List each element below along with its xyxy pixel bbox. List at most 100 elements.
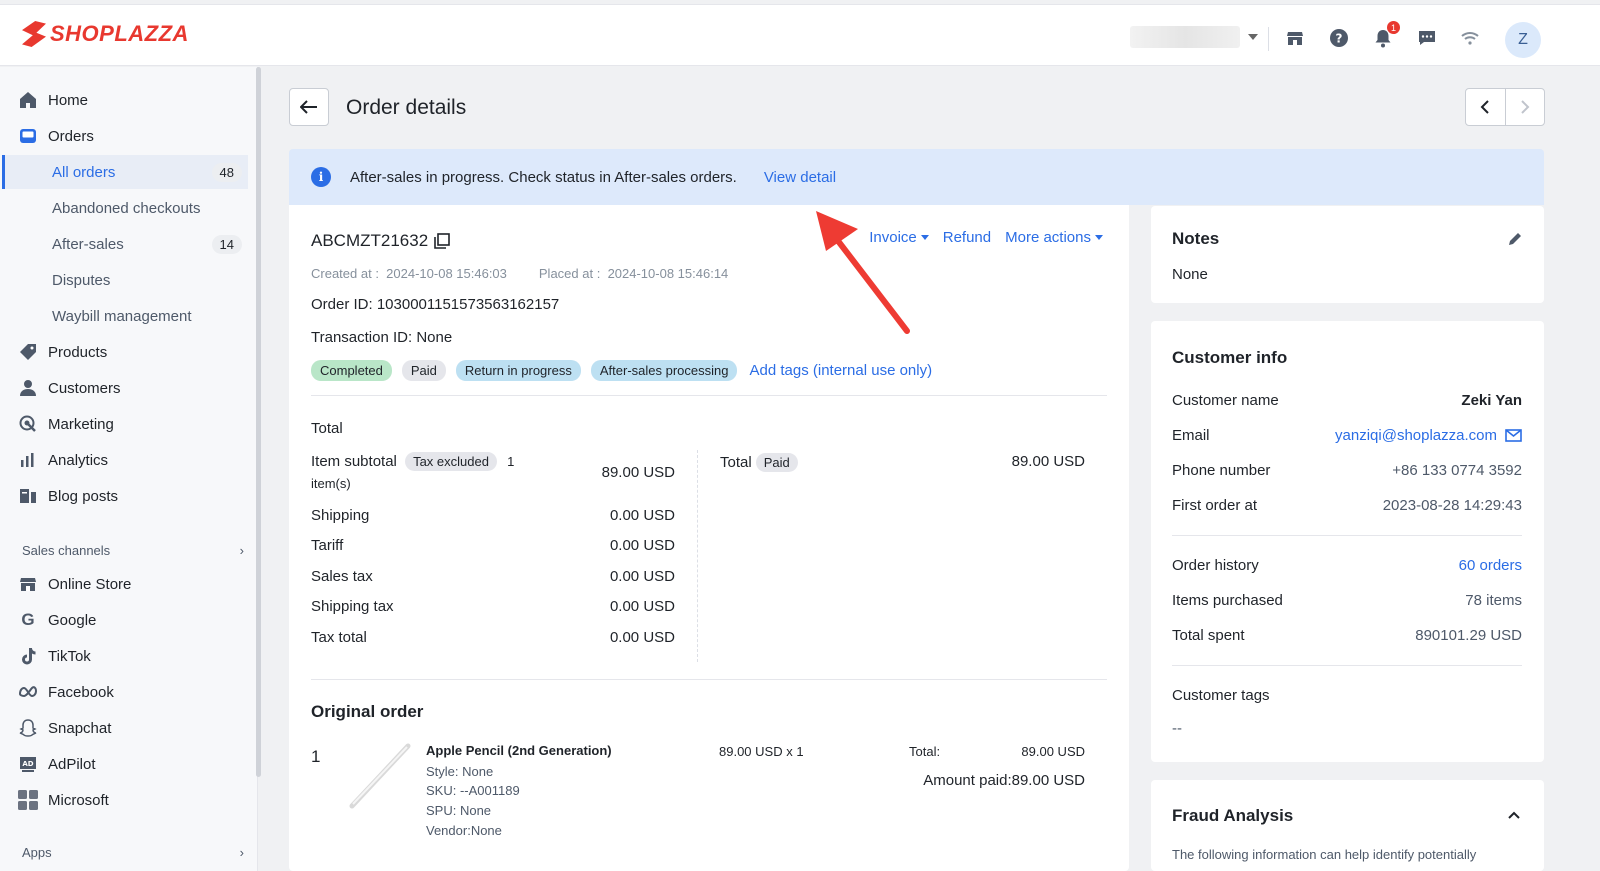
transaction-id: Transaction ID: None [311, 329, 453, 346]
kv-label: Order history [1172, 557, 1259, 574]
sidebar-item-adpilot[interactable]: AD AdPilot [18, 747, 248, 781]
previous-order-button[interactable] [1466, 89, 1506, 125]
refund-button[interactable]: Refund [943, 229, 991, 246]
row-value: 0.00 USD [609, 568, 675, 585]
top-bar: SHOPLAZZA ? 1 Z [0, 4, 1600, 66]
placed-value: 2024-10-08 15:46:14 [607, 266, 729, 281]
copy-icon[interactable] [434, 233, 450, 249]
divider [1268, 27, 1269, 51]
sidebar-item-tiktok[interactable]: TikTok [18, 639, 248, 673]
store-icon[interactable] [1284, 27, 1306, 49]
back-button[interactable] [289, 88, 329, 126]
items-purchased-row: Items purchased 78 items [1172, 592, 1522, 609]
sidebar-item-label: Google [48, 611, 97, 629]
phone-row: Phone number +86 133 0774 3592 [1172, 462, 1522, 479]
avatar[interactable]: Z [1505, 22, 1541, 58]
sidebar-item-google[interactable]: G Google [18, 603, 248, 637]
sales-channels-header[interactable]: Sales channels › [22, 543, 244, 558]
item-count: 1 [507, 454, 515, 469]
sidebar-item-home[interactable]: Home [18, 83, 248, 117]
created-label: Created at : [311, 266, 379, 281]
home-icon [18, 90, 38, 110]
chevron-right-icon [1521, 100, 1530, 114]
apps-header[interactable]: Apps › [22, 845, 244, 860]
sidebar-item-microsoft[interactable]: Microsoft [18, 783, 248, 817]
line-total-value: 89.00 USD [1021, 744, 1085, 759]
store-icon [18, 574, 38, 594]
sidebar-item-all-orders[interactable]: All orders 48 [52, 155, 242, 189]
kv-label: Customer name [1172, 392, 1279, 409]
product-name[interactable]: Apple Pencil (2nd Generation) [426, 743, 612, 758]
more-actions-dropdown[interactable]: More actions [1005, 229, 1103, 246]
status-badge: Paid [401, 360, 446, 381]
sidebar-item-blog-posts[interactable]: Blog posts [18, 479, 248, 513]
svg-text:?: ? [1336, 32, 1343, 46]
product-spu: SPU: None [426, 803, 492, 818]
created-value: 2024-10-08 15:46:03 [386, 266, 507, 281]
product-image[interactable] [344, 740, 414, 812]
caret-down-icon [1095, 235, 1103, 240]
mail-icon[interactable] [1505, 429, 1522, 442]
fraud-analysis-title: Fraud Analysis [1172, 806, 1294, 825]
ghost-icon [18, 718, 38, 738]
notes-card: Notes None [1151, 206, 1544, 303]
more-actions-label: More actions [1005, 229, 1091, 246]
add-tags-link[interactable]: Add tags (internal use only) [749, 362, 932, 379]
amount-paid: Amount paid:89.00 USD [923, 772, 1085, 789]
chat-icon[interactable] [1416, 27, 1438, 49]
kv-label: Phone number [1172, 462, 1271, 479]
paid-badge: Paid [755, 453, 798, 472]
order-history-link[interactable]: 60 orders [1459, 557, 1522, 574]
total-label-text: Total [720, 454, 752, 471]
sidebar-item-online-store[interactable]: Online Store [18, 567, 248, 601]
shoplazza-logo[interactable]: SHOPLAZZA [22, 21, 189, 47]
chevron-up-icon[interactable] [1508, 811, 1520, 819]
chevron-right-icon: › [239, 543, 244, 558]
email-row: Email yanziqi@shoplazza.com [1172, 427, 1522, 444]
order-card: ABCMZT21632 Invoice Refund More actions … [289, 205, 1129, 871]
refund-label: Refund [942, 229, 992, 246]
sidebar-item-facebook[interactable]: Facebook [18, 675, 248, 709]
sidebar-item-waybill[interactable]: Waybill management [52, 299, 242, 333]
item-subtotal-text: Item subtotal [311, 453, 397, 470]
sidebar-item-customers[interactable]: Customers [18, 371, 248, 405]
customer-email-link[interactable]: yanziqi@shoplazza.com [1335, 427, 1497, 444]
customer-name-row: Customer name Zeki Yan [1172, 392, 1522, 409]
sidebar-item-abandoned-checkouts[interactable]: Abandoned checkouts [52, 191, 242, 225]
edit-icon[interactable] [1508, 232, 1522, 246]
sidebar-item-products[interactable]: Products [18, 335, 248, 369]
sidebar-item-marketing[interactable]: Marketing [18, 407, 248, 441]
sidebar-item-analytics[interactable]: Analytics [18, 443, 248, 477]
sidebar-item-disputes[interactable]: Disputes [52, 263, 242, 297]
sidebar-item-label: Marketing [48, 415, 114, 433]
sidebar-item-label: Snapchat [48, 719, 112, 737]
sidebar-item-after-sales[interactable]: After-sales 14 [52, 227, 242, 261]
items-purchased-value: 78 items [1465, 592, 1522, 609]
sidebar-item-label: Customers [48, 379, 121, 397]
sidebar-scrollbar[interactable] [256, 67, 261, 777]
row-label: Tax total [311, 629, 367, 646]
sidebar-item-snapchat[interactable]: Snapchat [18, 711, 248, 745]
page-title: Order details [346, 96, 467, 119]
store-selector[interactable] [1130, 25, 1262, 49]
sidebar-item-label: Online Store [48, 575, 132, 593]
sidebar-item-orders[interactable]: Orders [18, 119, 248, 153]
microsoft-icon [18, 790, 38, 810]
notes-title: Notes [1172, 229, 1220, 248]
sidebar-item-label: After-sales [52, 235, 124, 253]
next-order-button[interactable] [1506, 89, 1545, 125]
view-detail-link[interactable]: View detail [764, 169, 836, 186]
first-order-row: First order at 2023-08-28 14:29:43 [1172, 497, 1522, 514]
google-icon: G [21, 610, 35, 629]
fraud-analysis-card: Fraud Analysis The following information… [1151, 780, 1544, 871]
logo-mark-icon [22, 21, 46, 47]
arrow-left-icon [300, 100, 317, 114]
wifi-icon[interactable] [1459, 27, 1481, 49]
row-label: Shipping tax [311, 598, 394, 615]
row-label: Tariff [311, 537, 344, 554]
sidebar-item-label: TikTok [48, 647, 91, 665]
line-item-index: 1 [311, 747, 321, 766]
bell-icon[interactable]: 1 [1372, 21, 1400, 49]
count-badge: 14 [211, 234, 242, 254]
help-icon[interactable]: ? [1328, 27, 1350, 49]
